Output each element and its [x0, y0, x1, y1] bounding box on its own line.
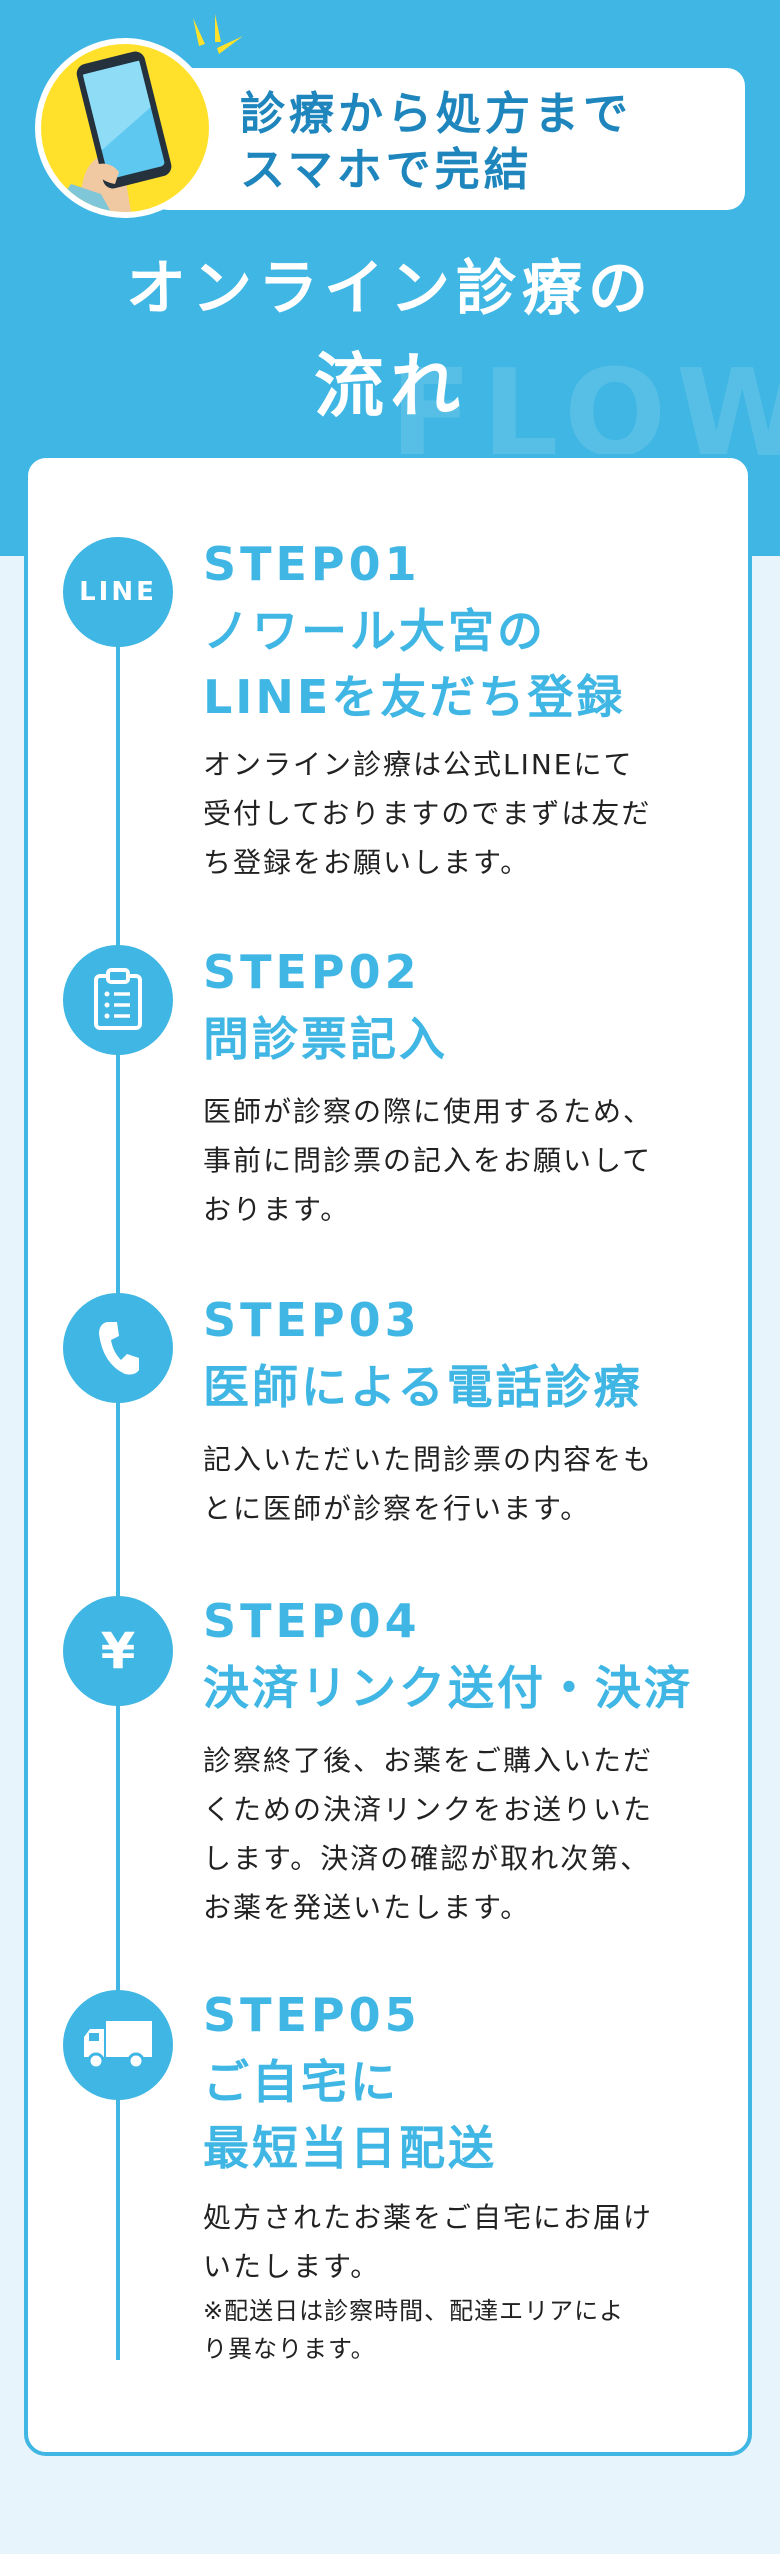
step-02-desc-line-1: 医師が診察の際に使用するため、	[203, 1095, 654, 1128]
yen-icon: ¥	[63, 1596, 173, 1706]
step-04-title: 決済リンク送付・決済	[203, 1655, 743, 1721]
sparkle-icon	[193, 14, 243, 54]
step-05-title-line-1: ご自宅に	[203, 2055, 399, 2109]
step-02-label: STEP02	[203, 945, 421, 999]
step-04-desc-line-3: します。決済の確認が取れ次第、	[203, 1842, 651, 1875]
step-05-title-line-2: 最短当日配送	[203, 2121, 497, 2175]
line-icon: LINE	[63, 537, 173, 647]
step-04-description: 診察終了後、お薬をご購入いただ くための決済リンクをお送りいた します。決済の確…	[203, 1736, 703, 1932]
step-03-title-line-1: 医師による電話診療	[203, 1360, 643, 1414]
step-02-title-line-1: 問診票記入	[203, 1012, 448, 1066]
step-01-desc-line-3: ち登録をお願いします。	[203, 846, 531, 879]
bubble-text: 診療から処方まで スマホで完結	[240, 86, 720, 198]
step-05-label: STEP05	[203, 1988, 421, 2042]
step-04-desc-line-1: 診察終了後、お薬をご購入いただ	[203, 1744, 654, 1777]
clipboard-svg	[94, 968, 142, 1030]
step-03-title: 医師による電話診療	[203, 1354, 743, 1420]
step-05-desc-line-2: いたします。	[203, 2250, 381, 2283]
step-04-label: STEP04	[203, 1594, 421, 1648]
step-03-description: 記入いただいた問診票の内容をも とに医師が診察を行います。	[203, 1435, 703, 1533]
step-04-desc-line-2: くための決済リンクをお送りいた	[203, 1793, 654, 1826]
step-03-desc-line-1: 記入いただいた問診票の内容をも	[203, 1443, 654, 1476]
step-05-note: ※配送日は診察時間、配達エリアによ り異なります。	[203, 2292, 703, 2368]
step-02-description: 医師が診察の際に使用するため、 事前に問診票の記入をお願いして おります。	[203, 1087, 703, 1234]
step-03-desc-line-2: とに医師が診察を行います。	[203, 1492, 591, 1525]
smartphone-illustration	[35, 38, 215, 218]
step-05-note-line-1: ※配送日は診察時間、配達エリアによ	[203, 2297, 625, 2325]
step-04-title-line-1: 決済リンク送付・決済	[203, 1661, 693, 1715]
step-01-desc-line-2: 受付しておりますのでまずは友だ	[203, 797, 652, 830]
yen-icon-glyph: ¥	[100, 1622, 136, 1680]
step-02-title: 問診票記入	[203, 1006, 743, 1072]
truck-svg	[84, 2021, 152, 2070]
step-04-desc-line-4: お薬を発送いたします。	[203, 1891, 531, 1924]
step-01-title-line-2: LINEを友だち登録	[203, 670, 626, 724]
step-03-label: STEP03	[203, 1293, 421, 1347]
phone-icon	[63, 1293, 173, 1403]
step-02-desc-line-2: 事前に問診票の記入をお願いして	[203, 1144, 653, 1177]
phone-svg	[99, 1322, 139, 1375]
line-icon-text: LINE	[79, 577, 157, 607]
truck-icon	[63, 1990, 173, 2100]
step-05-description: 処方されたお薬をご自宅にお届け いたします。	[203, 2193, 703, 2291]
step-05-desc-line-1: 処方されたお薬をご自宅にお届け	[203, 2201, 654, 2234]
step-01-label: STEP01	[203, 537, 421, 591]
bubble-line-1: 診療から処方まで	[240, 87, 633, 140]
step-05-title: ご自宅に 最短当日配送	[203, 2049, 743, 2181]
step-02-desc-line-3: おります。	[203, 1193, 351, 1226]
step-01-desc-line-1: オンライン診療は公式LINEにて	[203, 748, 634, 781]
step-01-title-line-1: ノワール大宮の	[203, 604, 546, 658]
step-01-description: オンライン診療は公式LINEにて 受付しておりますのでまずは友だ ち登録をお願い…	[203, 740, 703, 887]
step-01-title: ノワール大宮の LINEを友だち登録	[203, 598, 743, 730]
smartphone-icon	[51, 51, 172, 212]
step-05-note-line-2: り異なります。	[203, 2335, 376, 2363]
clipboard-icon	[63, 945, 173, 1055]
page-title-line-1: オンライン診療の	[126, 254, 654, 324]
bubble-line-2: スマホで完結	[240, 143, 533, 196]
page-title-line-2: 流れ	[314, 345, 466, 427]
